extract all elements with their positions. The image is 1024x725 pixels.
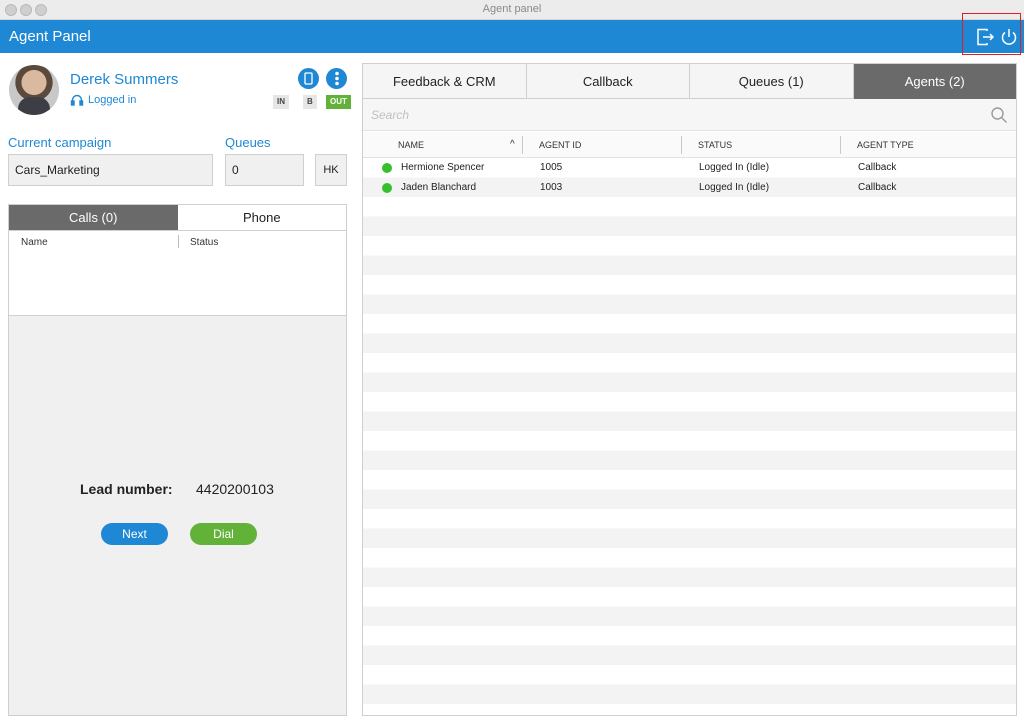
- column-header-agent-type[interactable]: AGENT TYPE: [857, 140, 914, 150]
- tab-calls[interactable]: Calls (0): [9, 205, 178, 230]
- column-header-name[interactable]: NAME: [398, 140, 424, 150]
- column-divider: [178, 235, 179, 248]
- traffic-light-icon: [334, 71, 339, 86]
- lead-number-label: Lead number:: [80, 481, 173, 497]
- lead-number-value: 4420200103: [196, 481, 274, 497]
- mode-out-chip[interactable]: OUT: [326, 95, 351, 109]
- agent-status-text: Logged in: [88, 94, 137, 106]
- queues-count-field: 0: [225, 154, 304, 186]
- traffic-light-button[interactable]: [326, 68, 347, 89]
- agents-table-header: NAME ^ AGENT ID STATUS AGENT TYPE: [363, 132, 1016, 158]
- left-tabs: Calls (0) Phone: [8, 204, 347, 231]
- headset-icon: [70, 94, 84, 106]
- agent-type-cell: Callback: [858, 181, 897, 193]
- app-title: Agent Panel: [9, 28, 91, 45]
- power-icon[interactable]: [999, 27, 1019, 47]
- column-divider[interactable]: [681, 136, 682, 154]
- tab-agents[interactable]: Agents (2): [853, 64, 1016, 99]
- status-dot-icon: [382, 163, 392, 173]
- window-title: Agent panel: [482, 3, 542, 15]
- sort-ascending-icon[interactable]: ^: [510, 139, 515, 150]
- agent-login-status: Logged in: [70, 93, 136, 107]
- agent-left-panel: Derek Summers Logged in IN B OUT Current…: [8, 60, 351, 716]
- agent-status-cell: Logged In (Idle): [699, 162, 770, 173]
- window-titlebar: Agent panel: [0, 0, 1024, 20]
- column-divider[interactable]: [522, 136, 523, 154]
- agent-status-cell: Logged In (Idle): [699, 181, 770, 193]
- lead-panel: Lead number: 4420200103 Next Dial: [8, 316, 347, 716]
- next-button[interactable]: Next: [101, 523, 168, 545]
- app-header: Agent Panel: [0, 20, 1024, 53]
- agent-id-cell: 1005: [540, 162, 563, 173]
- column-divider[interactable]: [840, 136, 841, 154]
- agent-name-cell: Jaden Blanchard: [401, 181, 477, 193]
- dial-button[interactable]: Dial: [190, 523, 257, 545]
- table-row[interactable]: Hermione Spencer 1005 Logged In (Idle) C…: [363, 158, 1016, 178]
- search-bar: [363, 99, 1016, 131]
- calls-column-name[interactable]: Name: [21, 237, 48, 248]
- current-campaign-field[interactable]: Cars_Marketing: [8, 154, 213, 186]
- logout-icon[interactable]: [975, 27, 995, 47]
- queues-label: Queues: [225, 135, 271, 150]
- mode-b-chip[interactable]: B: [303, 95, 317, 109]
- search-input[interactable]: [371, 105, 971, 125]
- tab-queues[interactable]: Queues (1): [690, 64, 854, 99]
- agent-id-cell: 1003: [540, 181, 563, 193]
- column-header-agent-id[interactable]: AGENT ID: [539, 140, 581, 150]
- search-icon[interactable]: [990, 106, 1008, 124]
- tab-phone[interactable]: Phone: [178, 205, 347, 230]
- agent-name-cell: Hermione Spencer: [401, 162, 485, 173]
- calls-table: Name Status: [8, 231, 347, 316]
- tab-callback[interactable]: Callback: [526, 64, 690, 99]
- phone-device-button[interactable]: [298, 68, 319, 89]
- current-campaign-label: Current campaign: [8, 135, 112, 150]
- hk-button[interactable]: HK: [315, 154, 347, 186]
- right-tabs: Feedback & CRM Callback Queues (1) Agent…: [363, 64, 1016, 99]
- agent-type-cell: Callback: [858, 162, 897, 173]
- right-panel: Feedback & CRM Callback Queues (1) Agent…: [362, 63, 1017, 716]
- agent-name: Derek Summers: [70, 71, 179, 88]
- status-dot-icon: [382, 182, 392, 193]
- table-row[interactable]: Jaden Blanchard 1003 Logged In (Idle) Ca…: [363, 178, 1016, 198]
- avatar: [9, 65, 59, 115]
- mode-in-chip[interactable]: IN: [273, 95, 289, 109]
- calls-column-status[interactable]: Status: [190, 237, 218, 248]
- tab-feedback-crm[interactable]: Feedback & CRM: [363, 64, 527, 99]
- agents-table-body: Hermione Spencer 1005 Logged In (Idle) C…: [363, 158, 1016, 715]
- column-header-status[interactable]: STATUS: [698, 140, 732, 150]
- mobile-phone-icon: [304, 72, 313, 85]
